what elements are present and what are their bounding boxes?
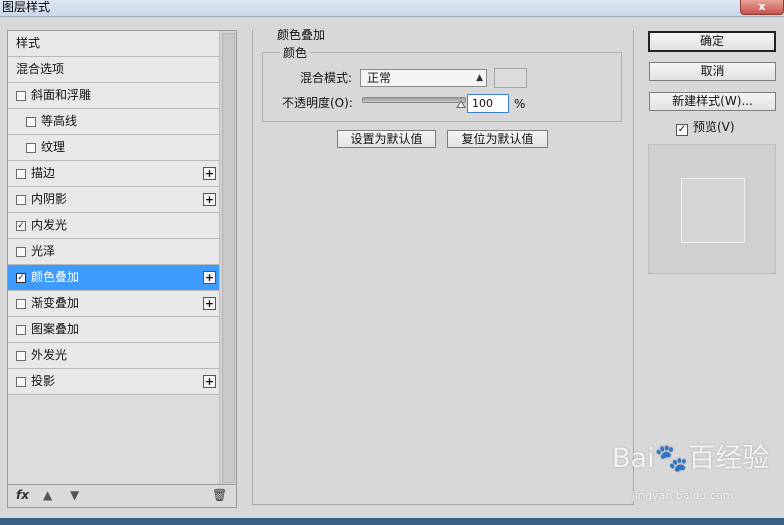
opacity-input[interactable]: 100 xyxy=(467,94,509,113)
add-effect-icon[interactable]: + xyxy=(203,271,216,284)
group-title: 颜色 xyxy=(280,44,311,61)
section-title: 颜色叠加 xyxy=(275,26,328,43)
opacity-label: 不透明度(O): xyxy=(282,96,353,110)
add-effect-icon[interactable]: + xyxy=(203,167,216,180)
preview-swatch xyxy=(681,178,745,243)
style-item[interactable]: ✓ 颜色叠加 + xyxy=(8,265,220,291)
style-item-label: 颜色叠加 xyxy=(31,270,80,284)
style-item-checkbox[interactable] xyxy=(16,195,26,205)
style-item-checkbox[interactable] xyxy=(16,91,26,101)
style-item-checkbox[interactable] xyxy=(26,117,36,127)
opacity-slider-track[interactable] xyxy=(362,97,466,103)
style-item-label: 内阴影 xyxy=(31,192,68,206)
styles-list: 样式混合选项斜面和浮雕等高线纹理描边 + 内阴影 + ✓ 内发光光泽 ✓ 颜色叠加 + 渐变叠加 +… xyxy=(8,31,220,395)
styles-list-footer: fx ▲ ▼ 🗑 xyxy=(8,484,236,507)
new-style-button[interactable]: 新建样式(W)... xyxy=(649,92,776,111)
style-item[interactable]: 斜面和浮雕 xyxy=(8,83,220,109)
style-item-checkbox[interactable]: ✓ xyxy=(16,273,26,283)
style-item[interactable]: 渐变叠加 + xyxy=(8,291,220,317)
trash-icon[interactable]: 🗑 xyxy=(212,488,227,502)
blend-mode-label: 混合模式: xyxy=(300,71,353,85)
style-item-label: 外发光 xyxy=(31,348,68,362)
style-item[interactable]: 样式 xyxy=(8,31,220,57)
style-item-label: 描边 xyxy=(31,166,56,180)
preview-toggle[interactable]: ✓ 预览(V) xyxy=(676,120,735,136)
set-default-button[interactable]: 设置为默认值 xyxy=(337,130,436,148)
arrow-up-icon[interactable]: ▲ xyxy=(43,488,52,502)
add-effect-icon[interactable]: + xyxy=(203,375,216,388)
style-item[interactable]: 外发光 xyxy=(8,343,220,369)
style-item-checkbox[interactable] xyxy=(16,377,26,387)
style-item-checkbox[interactable] xyxy=(16,169,26,179)
style-item[interactable]: ✓ 内发光 xyxy=(8,213,220,239)
styles-list-scrollbar[interactable] xyxy=(219,31,236,485)
style-item-label: 混合选项 xyxy=(16,62,65,76)
fx-icon[interactable]: fx xyxy=(16,488,29,502)
preview-label: 预览(V) xyxy=(693,120,735,134)
style-item[interactable]: 图案叠加 xyxy=(8,317,220,343)
arrow-down-icon[interactable]: ▼ xyxy=(70,488,79,502)
style-item-label: 斜面和浮雕 xyxy=(31,88,92,102)
taskbar-strip xyxy=(0,518,784,525)
style-item-label: 纹理 xyxy=(41,140,66,154)
updown-arrow-icon: ▲ xyxy=(476,73,483,83)
style-preview xyxy=(648,144,776,274)
style-item-label: 光泽 xyxy=(31,244,56,258)
style-item[interactable]: 投影 + xyxy=(8,369,220,395)
style-item[interactable]: 描边 + xyxy=(8,161,220,187)
preview-checkbox[interactable]: ✓ xyxy=(676,124,688,136)
style-item-checkbox[interactable] xyxy=(16,325,26,335)
style-item-label: 图案叠加 xyxy=(31,322,80,336)
style-item[interactable]: 内阴影 + xyxy=(8,187,220,213)
style-item-checkbox[interactable] xyxy=(16,247,26,257)
style-item-checkbox[interactable]: ✓ xyxy=(16,221,26,231)
style-item-checkbox[interactable] xyxy=(26,143,36,153)
style-item-label: 投影 xyxy=(31,374,56,388)
overlay-color-swatch[interactable] xyxy=(494,68,527,88)
color-group-box xyxy=(262,52,622,122)
baidu-watermark: Bai🐾百经验 jingyan.baidu.com xyxy=(612,444,777,510)
style-item-checkbox[interactable] xyxy=(16,351,26,361)
window-title: 图层样式 xyxy=(2,0,51,14)
style-item-label: 内发光 xyxy=(31,218,68,232)
add-effect-icon[interactable]: + xyxy=(203,297,216,310)
style-item-checkbox[interactable] xyxy=(16,299,26,309)
styles-list-panel: 样式混合选项斜面和浮雕等高线纹理描边 + 内阴影 + ✓ 内发光光泽 ✓ 颜色叠加 + 渐变叠加 +… xyxy=(7,30,237,508)
style-item[interactable]: 光泽 xyxy=(8,239,220,265)
cancel-button[interactable]: 取消 xyxy=(649,62,776,81)
scrollbar-thumb[interactable] xyxy=(222,33,235,483)
watermark-text: Bai🐾百经验 xyxy=(612,443,770,474)
opacity-unit: % xyxy=(514,97,526,111)
watermark-url: jingyan.baidu.com xyxy=(632,489,734,502)
ok-button[interactable]: 确定 xyxy=(648,31,776,52)
style-item-label: 等高线 xyxy=(41,114,78,128)
blend-mode-value: 正常 xyxy=(367,71,392,85)
opacity-slider-thumb[interactable] xyxy=(456,100,466,108)
blend-mode-select[interactable]: 正常 ▲ xyxy=(360,69,487,87)
reset-default-button[interactable]: 复位为默认值 xyxy=(447,130,548,148)
layer-style-dialog: 图层样式 x 样式混合选项斜面和浮雕等高线纹理描边 + 内阴影 + ✓ 内发光光泽 ✓ 颜色叠… xyxy=(0,0,784,525)
style-item[interactable]: 纹理 xyxy=(8,135,220,161)
add-effect-icon[interactable]: + xyxy=(203,193,216,206)
style-item[interactable]: 等高线 xyxy=(8,109,220,135)
style-item-label: 渐变叠加 xyxy=(31,296,80,310)
style-item[interactable]: 混合选项 xyxy=(8,57,220,83)
close-button[interactable]: x xyxy=(740,0,784,15)
style-item-label: 样式 xyxy=(16,36,41,50)
title-bar: 图层样式 x xyxy=(0,0,784,17)
